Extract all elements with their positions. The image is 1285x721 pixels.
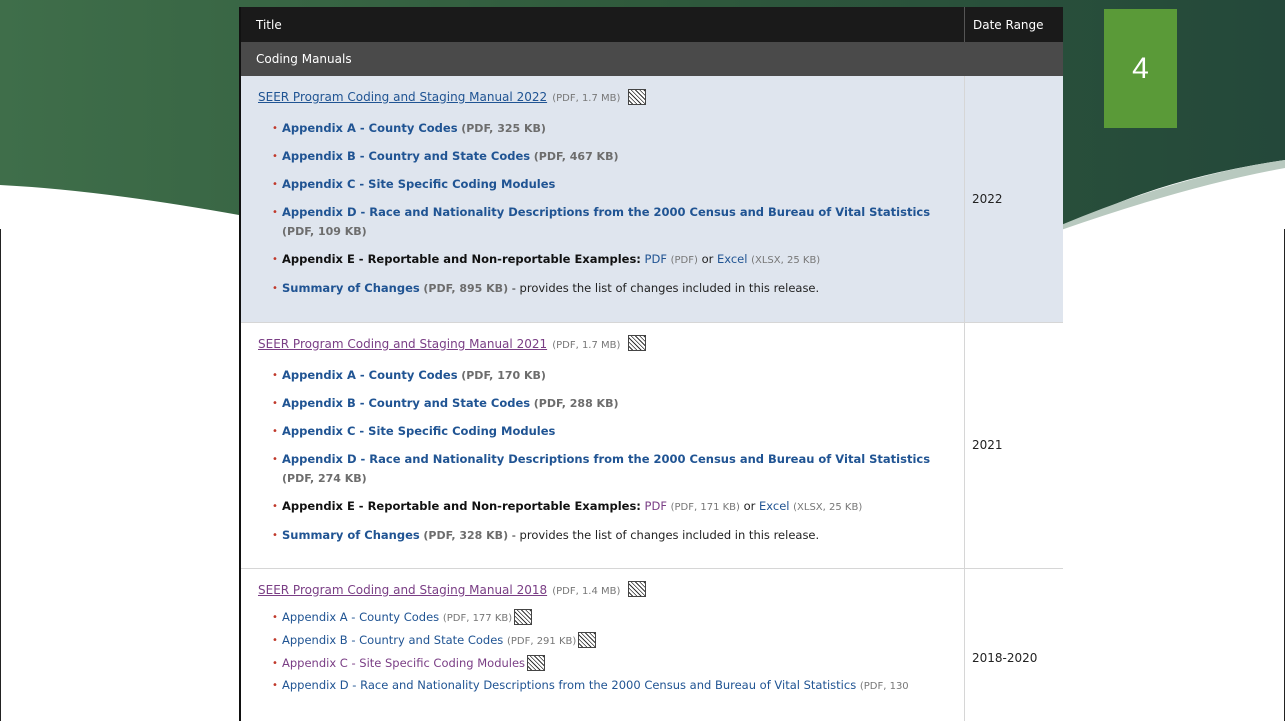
external-pdf-icon — [627, 335, 646, 351]
list-item: Appendix D - Race and Nationality Descri… — [272, 203, 954, 241]
file-meta: (PDF, 467 KB) — [533, 150, 619, 163]
group-label: Coding Manuals — [241, 42, 1063, 76]
external-pdf-icon — [627, 581, 646, 597]
appendix-d-link[interactable]: Appendix D - Race and Nationality Descri… — [282, 678, 856, 692]
external-pdf-icon — [578, 632, 597, 648]
appendix-b-link[interactable]: Appendix B - Country and State Codes — [282, 633, 503, 647]
list-item: Appendix E - Reportable and Non-reportab… — [272, 250, 954, 270]
group-row: Coding Manuals — [241, 42, 1063, 76]
date-range-cell: 2018-2020 — [964, 568, 1063, 721]
file-meta: (PDF, 109 KB) — [282, 225, 367, 238]
summary-description: - provides the list of changes included … — [511, 527, 820, 542]
title-cell: SEER Program Coding and Staging Manual 2… — [241, 568, 965, 721]
appendix-e-excel-link[interactable]: Excel — [759, 499, 789, 513]
appendix-e-label: Appendix E - Reportable and Non-reportab… — [282, 252, 641, 266]
manual-2021-link[interactable]: SEER Program Coding and Staging Manual 2… — [258, 337, 547, 351]
file-meta: (PDF, 288 KB) — [533, 396, 619, 410]
table-row: SEER Program Coding and Staging Manual 2… — [241, 322, 1063, 569]
appendix-list: Appendix A - County Codes (PDF, 325 KB) … — [258, 119, 954, 298]
file-meta: (PDF, 274 KB) — [282, 471, 367, 485]
list-item: Appendix C - Site Specific Coding Module… — [272, 422, 954, 441]
slide-number-badge: 4 — [1104, 9, 1177, 128]
appendix-list: Appendix A - County Codes (PDF, 177 KB) … — [258, 608, 954, 696]
date-range-cell: 2021 — [964, 322, 1063, 569]
or-text: or — [701, 252, 714, 266]
list-item: Appendix C - Site Specific Coding Module… — [272, 175, 954, 194]
header-title: Title — [241, 7, 965, 42]
file-meta: (XLSX, 25 KB) — [793, 501, 863, 513]
summary-description: - provides the list of changes included … — [511, 281, 820, 295]
appendix-a-link[interactable]: Appendix A - County Codes — [282, 368, 458, 382]
list-item: Appendix D - Race and Nationality Descri… — [272, 676, 954, 696]
file-meta: (PDF, 177 KB) — [442, 612, 513, 624]
appendix-e-label: Appendix E - Reportable and Non-reportab… — [282, 498, 641, 513]
manual-meta: (PDF, 1.4 MB) — [552, 585, 621, 597]
manual-2022-link[interactable]: SEER Program Coding and Staging Manual 2… — [258, 90, 547, 104]
list-item: Appendix B - Country and State Codes (PD… — [272, 147, 954, 166]
file-meta: (PDF, 171 KB) — [670, 501, 740, 513]
coding-manuals-table: Title Date Range Coding Manuals SEER Pro… — [241, 7, 1063, 721]
appendix-c-link[interactable]: Appendix C - Site Specific Coding Module… — [282, 177, 555, 191]
title-cell: SEER Program Coding and Staging Manual 2… — [241, 322, 965, 569]
external-pdf-icon — [627, 88, 646, 105]
header-date-range: Date Range — [964, 7, 1063, 42]
file-meta: (PDF, 328 KB) — [423, 528, 509, 542]
table-row: SEER Program Coding and Staging Manual 2… — [241, 568, 1063, 721]
date-range-cell: 2022 — [964, 76, 1063, 323]
list-item: Appendix A - County Codes (PDF, 170 KB) — [272, 366, 954, 385]
list-item: Appendix A - County Codes (PDF, 177 KB) — [272, 608, 954, 628]
file-meta: (PDF, 291 KB) — [506, 635, 577, 647]
list-item: Appendix B - Country and State Codes (PD… — [272, 394, 954, 413]
manual-meta: (PDF, 1.7 MB) — [552, 93, 621, 104]
external-pdf-icon — [514, 609, 533, 625]
appendix-c-link[interactable]: Appendix C - Site Specific Coding Module… — [282, 424, 555, 438]
appendix-d-link[interactable]: Appendix D - Race and Nationality Descri… — [282, 452, 930, 466]
appendix-b-link[interactable]: Appendix B - Country and State Codes — [282, 149, 530, 163]
file-meta: (PDF, 170 KB) — [461, 368, 546, 382]
appendix-b-link[interactable]: Appendix B - Country and State Codes — [282, 396, 530, 410]
file-meta: (PDF) — [670, 255, 698, 266]
title-cell: SEER Program Coding and Staging Manual 2… — [241, 76, 965, 323]
file-meta: (PDF, 130 — [859, 680, 909, 692]
appendix-c-link[interactable]: Appendix C - Site Specific Coding Module… — [282, 656, 525, 670]
list-item: Appendix E - Reportable and Non-reportab… — [272, 497, 954, 517]
appendix-e-pdf-link[interactable]: PDF — [645, 499, 667, 513]
summary-of-changes-link[interactable]: Summary of Changes — [282, 281, 420, 295]
list-item: Appendix A - County Codes (PDF, 325 KB) — [272, 119, 954, 138]
external-pdf-icon — [527, 655, 546, 671]
file-meta: (PDF, 895 KB) — [423, 282, 509, 295]
slide-frame-left — [0, 229, 1, 721]
list-item: Summary of Changes (PDF, 895 KB) - provi… — [272, 279, 954, 298]
appendix-a-link[interactable]: Appendix A - County Codes — [282, 121, 458, 135]
appendix-list: Appendix A - County Codes (PDF, 170 KB) … — [258, 366, 954, 545]
file-meta: (PDF, 325 KB) — [461, 122, 546, 135]
manual-meta: (PDF, 1.7 MB) — [552, 339, 621, 351]
list-item: Appendix C - Site Specific Coding Module… — [272, 654, 954, 673]
list-item: Summary of Changes (PDF, 328 KB) - provi… — [272, 526, 954, 545]
file-meta: (XLSX, 25 KB) — [751, 255, 821, 266]
list-item: Appendix B - Country and State Codes (PD… — [272, 631, 954, 651]
table-header-row: Title Date Range — [241, 7, 1063, 42]
appendix-e-pdf-link[interactable]: PDF — [645, 252, 667, 266]
slide-number: 4 — [1132, 51, 1149, 85]
appendix-a-link[interactable]: Appendix A - County Codes — [282, 610, 439, 624]
manual-2018-link[interactable]: SEER Program Coding and Staging Manual 2… — [258, 583, 547, 597]
table-row: SEER Program Coding and Staging Manual 2… — [241, 76, 1063, 323]
appendix-e-excel-link[interactable]: Excel — [717, 252, 747, 266]
list-item: Appendix D - Race and Nationality Descri… — [272, 450, 954, 488]
embedded-web-screenshot: Title Date Range Coding Manuals SEER Pro… — [239, 7, 1063, 721]
or-text: or — [743, 498, 756, 513]
appendix-d-link[interactable]: Appendix D - Race and Nationality Descri… — [282, 205, 930, 219]
summary-of-changes-link[interactable]: Summary of Changes — [282, 528, 420, 542]
